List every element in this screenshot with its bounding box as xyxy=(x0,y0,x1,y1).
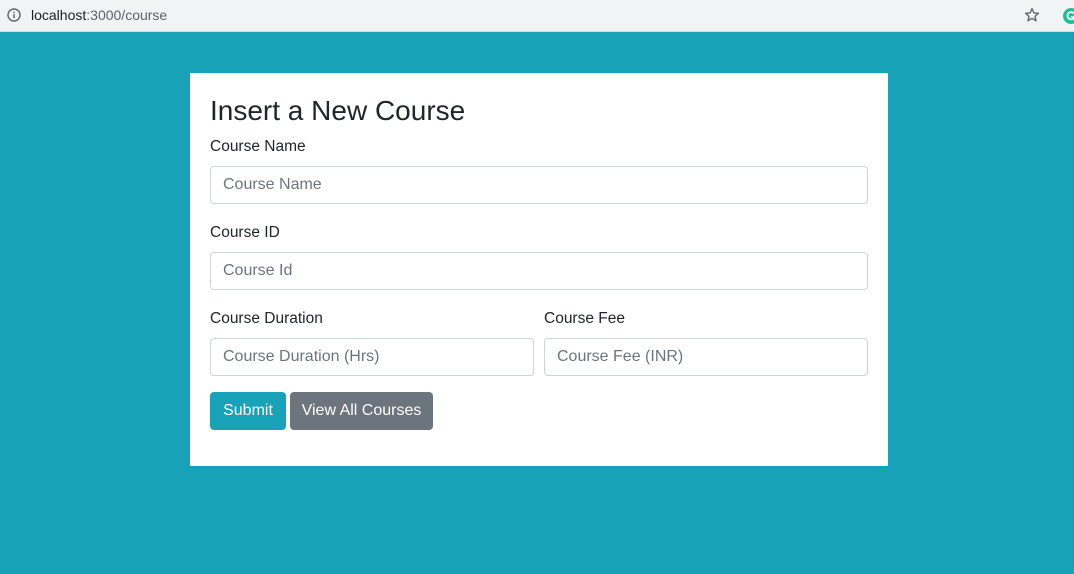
url-path: :3000/course xyxy=(86,7,168,23)
course-fee-label: Course Fee xyxy=(544,310,625,327)
course-id-input[interactable] xyxy=(210,252,868,290)
submit-button[interactable]: Submit xyxy=(210,392,286,430)
url-host: localhost xyxy=(31,7,87,23)
course-duration-input[interactable] xyxy=(210,338,534,376)
browser-address-bar: localhost:3000/course xyxy=(0,0,1074,32)
page-title: Insert a New Course xyxy=(210,95,466,126)
star-icon[interactable] xyxy=(1023,6,1041,24)
course-name-label: Course Name xyxy=(210,138,306,155)
info-icon[interactable] xyxy=(7,8,21,22)
grammarly-icon[interactable] xyxy=(1062,7,1074,25)
course-name-input[interactable] xyxy=(210,166,868,204)
view-all-courses-button[interactable]: View All Courses xyxy=(290,392,433,430)
course-duration-label: Course Duration xyxy=(210,310,323,327)
course-form-card: Insert a New Course Course Name Course I… xyxy=(190,73,888,466)
url-field[interactable]: localhost:3000/course xyxy=(31,7,167,23)
course-id-label: Course ID xyxy=(210,224,280,241)
course-fee-input[interactable] xyxy=(544,338,868,376)
